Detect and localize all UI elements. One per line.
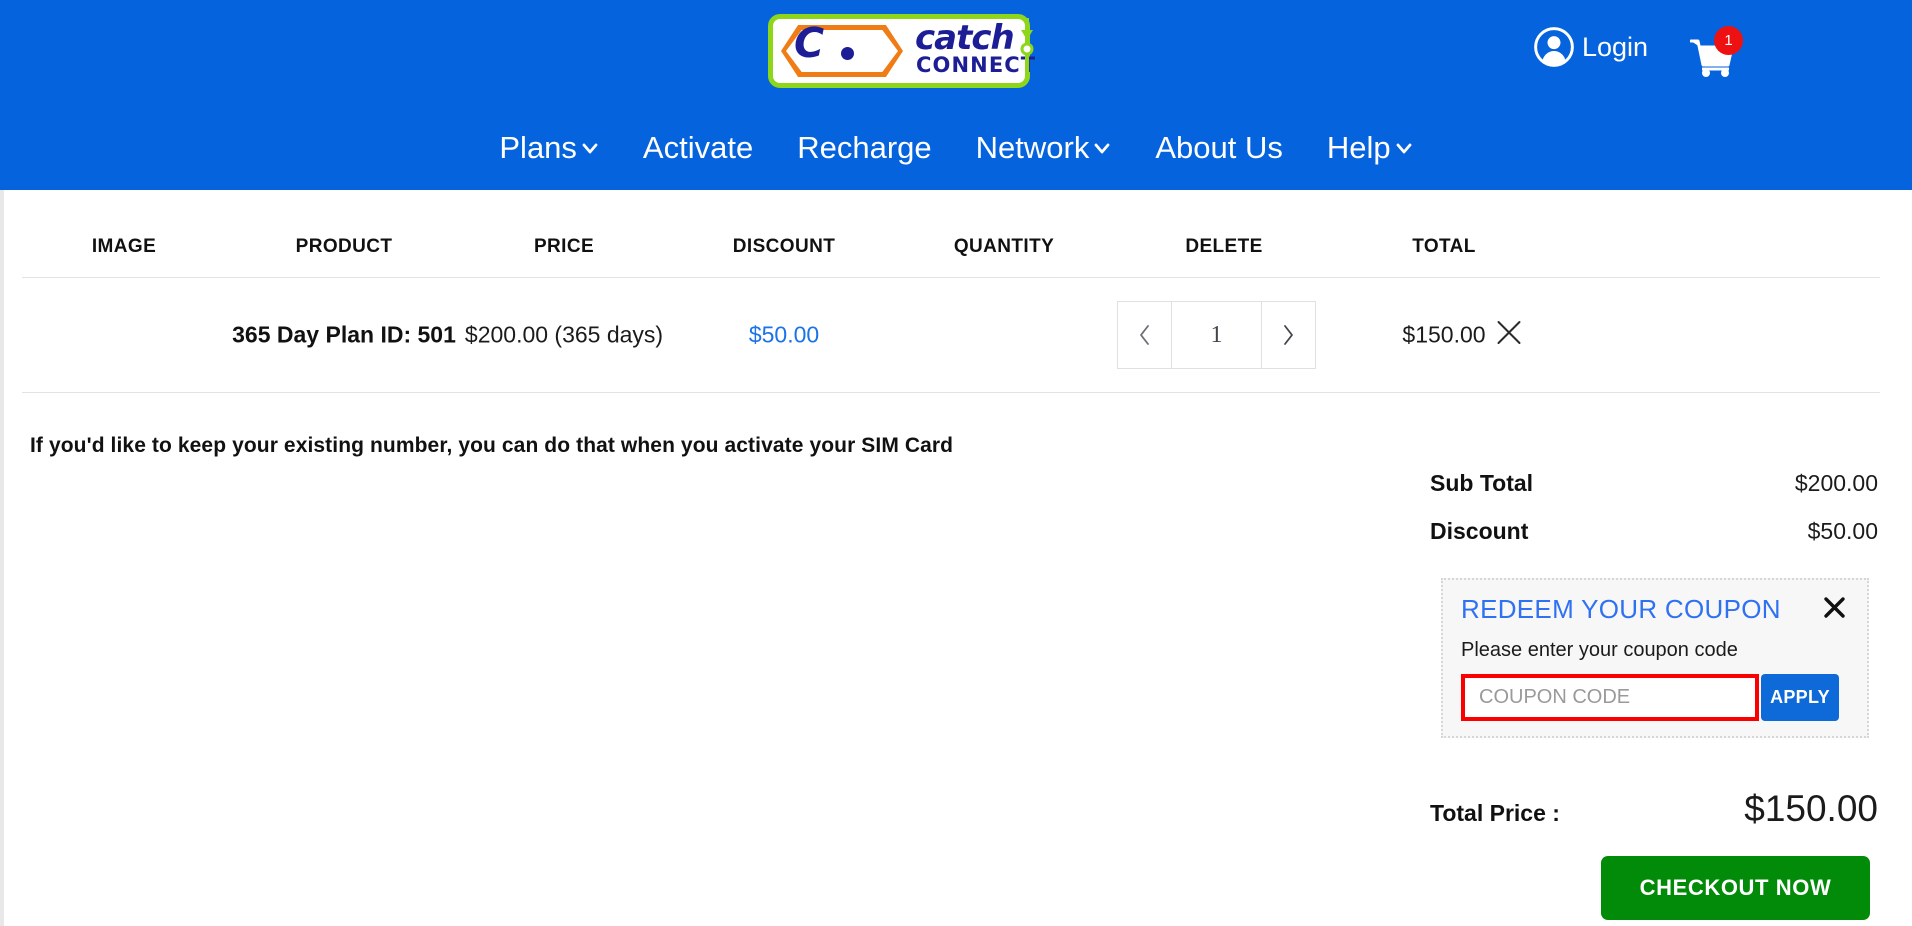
column-header-total: TOTAL <box>1412 236 1476 257</box>
chevron-down-icon <box>1094 143 1110 154</box>
cell-discount: $50.00 <box>748 321 820 348</box>
page-root: C catch CONNECT Login 1 Plans Activate R… <box>0 0 1912 926</box>
close-x-icon <box>1497 321 1521 344</box>
cell-price: $200.00 (365 days) <box>464 321 664 348</box>
logo-arrow-icon <box>1020 18 1034 74</box>
chevron-down-icon <box>1396 143 1412 154</box>
nav-item-about-us[interactable]: About Us <box>1133 128 1305 168</box>
nav-label-network: Network <box>975 130 1090 165</box>
nav-item-help[interactable]: Help <box>1305 128 1435 168</box>
coupon-input-highlight <box>1461 674 1759 721</box>
main-navigation: Plans Activate Recharge Network About Us… <box>0 128 1912 168</box>
cart-button[interactable]: 1 <box>1690 26 1752 80</box>
total-price-row: Total Price : $150.00 <box>1430 788 1878 830</box>
chevron-right-icon <box>1284 325 1293 345</box>
redeem-coupon-panel: REDEEM YOUR COUPON Please enter your cou… <box>1441 578 1869 738</box>
nav-item-activate[interactable]: Activate <box>621 128 775 168</box>
logo-card: C catch CONNECT <box>768 14 1035 88</box>
column-header-discount: DISCOUNT <box>732 236 836 257</box>
column-header-price: PRICE <box>533 236 595 257</box>
user-circle-icon <box>1534 27 1574 67</box>
login-label: Login <box>1582 32 1649 62</box>
quantity-value[interactable]: 1 <box>1172 301 1261 369</box>
coupon-instruction: Please enter your coupon code <box>1461 639 1738 661</box>
keep-number-note: If you'd like to keep your existing numb… <box>30 434 954 457</box>
nav-label-plans: Plans <box>499 130 577 165</box>
column-header-product: PRODUCT <box>295 236 393 257</box>
total-price-label: Total Price : <box>1430 800 1560 826</box>
checkout-now-button[interactable]: CHECKOUT NOW <box>1601 856 1870 920</box>
chevron-left-icon <box>1140 325 1149 345</box>
cell-total: $150.00 <box>1402 321 1486 348</box>
subtotal-value: $200.00 <box>1794 470 1878 496</box>
nav-item-plans[interactable]: Plans <box>477 128 621 168</box>
column-header-delete: DELETE <box>1185 236 1263 257</box>
cell-product: 365 Day Plan ID: 501 <box>232 321 456 348</box>
apply-coupon-button[interactable]: APPLY <box>1761 674 1839 721</box>
nav-label-about-us: About Us <box>1155 130 1283 165</box>
coupon-panel-title: REDEEM YOUR COUPON <box>1461 594 1781 624</box>
chevron-down-icon <box>582 143 598 154</box>
site-header: C catch CONNECT Login 1 Plans Activate R… <box>0 0 1912 190</box>
logo-wordmark-bottom: CONNECT <box>916 53 1037 77</box>
nav-item-recharge[interactable]: Recharge <box>775 128 953 168</box>
logo-wordmark-top: catch <box>915 18 1015 58</box>
site-logo[interactable]: C catch CONNECT <box>768 14 1035 88</box>
coupon-form: APPLY <box>1461 674 1849 721</box>
logo-mark-letter: C <box>794 19 824 67</box>
coupon-code-input[interactable] <box>1465 678 1755 717</box>
discount-value: $50.00 <box>1807 518 1878 544</box>
login-button[interactable]: Login <box>1533 26 1648 68</box>
nav-label-recharge: Recharge <box>797 130 932 165</box>
delete-item-button[interactable] <box>1496 319 1523 351</box>
summary-row-discount: Discount $50.00 <box>1430 518 1878 566</box>
logo-dot-icon <box>841 47 854 60</box>
nav-label-help: Help <box>1326 130 1391 165</box>
nav-item-network[interactable]: Network <box>954 128 1134 168</box>
column-header-quantity: QUANTITY <box>953 236 1055 257</box>
coupon-panel-header: REDEEM YOUR COUPON <box>1461 594 1849 625</box>
cart-table: IMAGE PRODUCT PRICE DISCOUNT QUANTITY DE… <box>22 190 1880 393</box>
coupon-close-button[interactable] <box>1820 596 1849 624</box>
cart-table-header-row: IMAGE PRODUCT PRICE DISCOUNT QUANTITY DE… <box>22 190 1880 278</box>
close-x-icon <box>1824 596 1845 618</box>
page-left-edge <box>0 190 4 926</box>
quantity-stepper: 1 <box>1117 301 1316 369</box>
summary-row-subtotal: Sub Total $200.00 <box>1430 470 1878 518</box>
cart-count-badge: 1 <box>1714 26 1743 55</box>
subtotal-label: Sub Total <box>1430 470 1534 496</box>
order-summary: Sub Total $200.00 Discount $50.00 <box>1430 470 1878 566</box>
quantity-increment-button[interactable] <box>1261 301 1316 369</box>
discount-label: Discount <box>1430 518 1529 544</box>
table-row: 365 Day Plan ID: 501 $200.00 (365 days) … <box>22 278 1880 393</box>
total-price-value: $150.00 <box>1744 788 1878 829</box>
nav-label-activate: Activate <box>642 130 754 165</box>
quantity-decrement-button[interactable] <box>1117 301 1172 369</box>
column-header-image: IMAGE <box>91 236 157 257</box>
